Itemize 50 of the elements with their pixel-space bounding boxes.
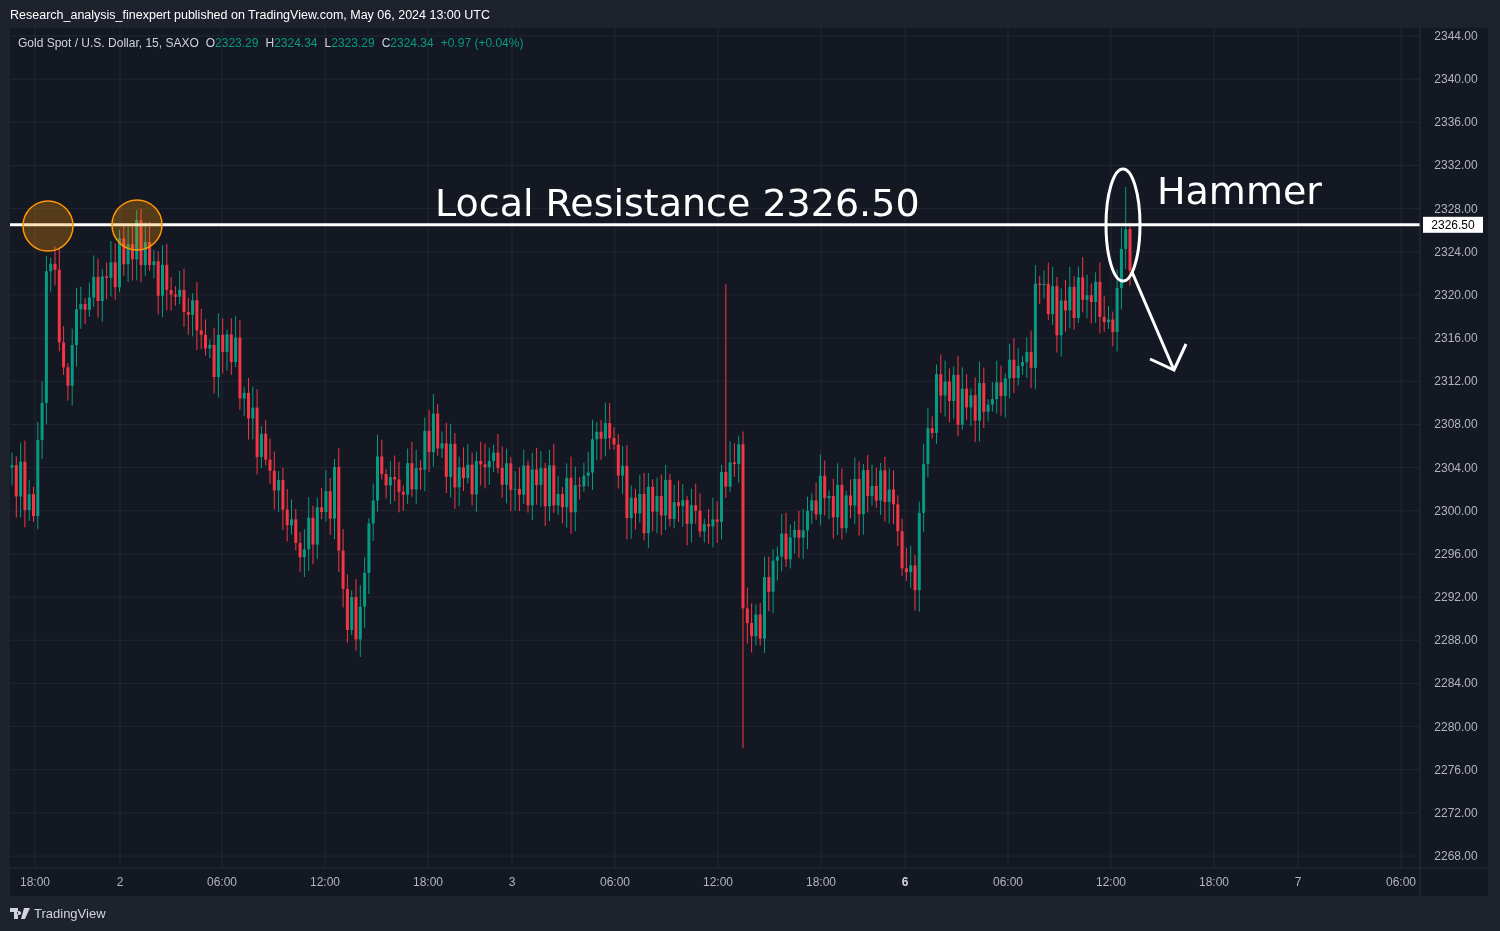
time-tick: 06:00: [600, 875, 630, 889]
symbol-label: Gold Spot / U.S. Dollar, 15, SAXO: [18, 36, 199, 50]
price-tick: 2332.00: [1434, 158, 1478, 173]
price-tick: 2296.00: [1434, 546, 1478, 561]
time-tick: 12:00: [310, 875, 340, 889]
price-tick: 2292.00: [1434, 590, 1478, 605]
price-tick: 2312.00: [1434, 374, 1478, 389]
price-tag: 2326.50: [1423, 216, 1483, 233]
time-tick: 6: [901, 875, 909, 889]
price-tick: 2272.00: [1434, 805, 1478, 820]
time-tick: 06:00: [207, 875, 237, 889]
price-tick: 2276.00: [1434, 762, 1478, 777]
price-tick: 2336.00: [1434, 115, 1478, 130]
time-tick: 18:00: [1199, 875, 1229, 889]
pattern-label: Hammer: [1157, 169, 1322, 213]
ohlc-value: L2323.29: [324, 36, 375, 50]
time-tick: 12:00: [1096, 875, 1126, 889]
price-tick: 2288.00: [1434, 633, 1478, 648]
price-tick: 2320.00: [1434, 287, 1478, 302]
time-tick: 12:00: [703, 875, 733, 889]
price-tick: 2268.00: [1434, 849, 1478, 864]
price-tick: 2316.00: [1434, 331, 1478, 346]
price-tick: 2324.00: [1434, 244, 1478, 259]
price-tick: 2280.00: [1434, 719, 1478, 734]
ohlc-value: C2324.34: [381, 36, 434, 50]
price-change: +0.97 (+0.04%): [440, 36, 524, 50]
time-tick: 7: [1294, 875, 1302, 889]
price-tick: 2300.00: [1434, 503, 1478, 518]
logo-icon: [10, 908, 30, 919]
time-tick: 3: [508, 875, 516, 889]
highlight-circle: [111, 199, 163, 251]
time-tick: 18:00: [806, 875, 836, 889]
time-tick: 2: [116, 875, 124, 889]
time-tick: 06:00: [993, 875, 1023, 889]
resistance-label: Local Resistance 2326.50: [435, 181, 920, 225]
price-tick: 2344.00: [1434, 29, 1478, 43]
time-tick: 18:00: [20, 875, 50, 889]
highlight-circle: [22, 200, 74, 252]
price-tick: 2328.00: [1434, 201, 1478, 216]
ohlc-value: O2323.29: [205, 36, 259, 50]
price-tick: 2304.00: [1434, 460, 1478, 475]
price-tick: 2308.00: [1434, 417, 1478, 432]
time-tick: 06:00: [1386, 875, 1416, 889]
publish-info: Research_analysis_finexpert published on TradingView.com, May 06, 2024 13:00 UTC: [9, 7, 491, 24]
ohlc-value: H2324.34: [265, 36, 318, 50]
brand-name: TradingView: [34, 906, 106, 921]
down-arrow-icon: [1130, 271, 1188, 372]
price-tick: 2284.00: [1434, 676, 1478, 691]
time-tick: 18:00: [413, 875, 443, 889]
price-tick: 2340.00: [1434, 72, 1478, 87]
